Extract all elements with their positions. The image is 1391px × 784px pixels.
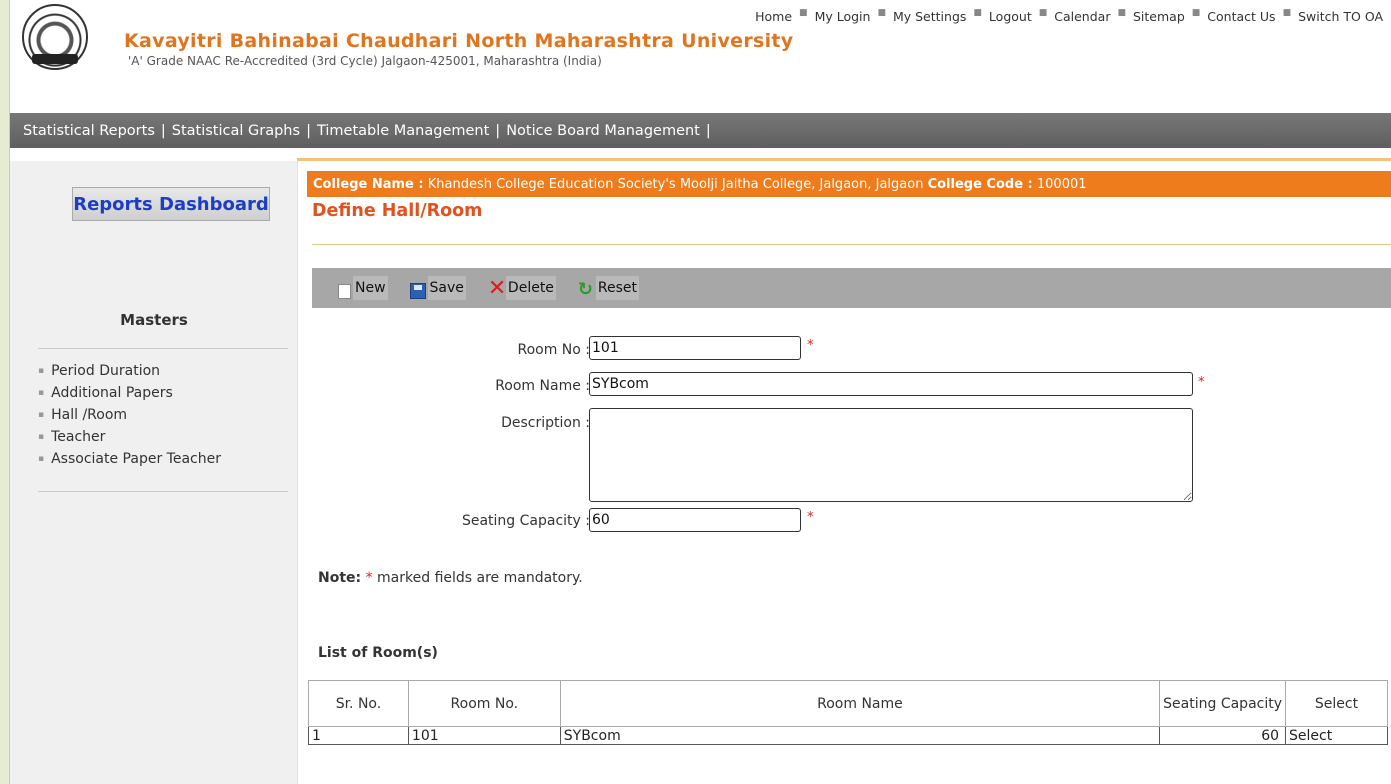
main-menubar: Statistical Reports | Statistical Graphs… xyxy=(10,113,1391,148)
delete-button[interactable]: ✕ Delete xyxy=(482,273,562,303)
university-subtitle: 'A' Grade NAAC Re-Accredited (3rd Cycle)… xyxy=(128,54,602,68)
delete-x-icon: ✕ xyxy=(487,276,507,301)
new-document-icon xyxy=(338,283,351,299)
top-link-my-login[interactable]: My Login xyxy=(815,9,871,24)
cell-seating-capacity: 60 xyxy=(1159,726,1287,745)
mandatory-note: Note: * marked fields are mandatory. xyxy=(318,570,583,586)
university-name: Kavayitri Bahinabai Chaudhari North Maha… xyxy=(124,30,794,52)
masters-heading: Masters xyxy=(120,311,188,329)
reset-button-label: Reset xyxy=(595,276,640,300)
college-name-value: Khandesh College Education Society's Moo… xyxy=(427,176,924,192)
top-links: Home ■ My Login ■ My Settings ■ Logout ■… xyxy=(755,8,1383,24)
delete-button-label: Delete xyxy=(505,276,556,300)
save-button[interactable]: Save xyxy=(404,273,472,303)
room-list-title: List of Room(s) xyxy=(318,645,438,661)
top-link-contact-us[interactable]: Contact Us xyxy=(1207,9,1275,24)
college-name-label: College Name : xyxy=(313,176,424,192)
new-button[interactable]: New xyxy=(332,273,394,303)
room-table: Sr. No. Room No. Room Name Seating Capac… xyxy=(308,680,1388,745)
top-link-home[interactable]: Home xyxy=(755,9,792,24)
cell-room-name: SYBcom xyxy=(559,726,1161,745)
required-marker: * xyxy=(807,338,814,353)
sidebar-item-period-duration[interactable]: Period Duration xyxy=(38,361,221,383)
reset-button[interactable]: ↻ Reset xyxy=(572,273,645,303)
university-logo xyxy=(22,4,88,70)
page-title: Define Hall/Room xyxy=(312,201,483,221)
seating-capacity-input[interactable] xyxy=(589,508,801,532)
new-button-label: New xyxy=(353,276,388,300)
menu-statistical-reports[interactable]: Statistical Reports xyxy=(23,123,155,139)
title-divider xyxy=(312,244,1391,245)
separator-bullet: ■ xyxy=(1117,8,1126,18)
separator-bullet: ■ xyxy=(1191,8,1201,18)
room-name-input[interactable] xyxy=(589,372,1193,396)
top-link-sitemap[interactable]: Sitemap xyxy=(1133,9,1185,24)
room-name-label: Room Name : xyxy=(495,378,590,394)
menu-statistical-graphs[interactable]: Statistical Graphs xyxy=(172,123,300,139)
college-info-bar: College Name : Khandesh College Educatio… xyxy=(307,171,1391,197)
note-star: * xyxy=(365,570,373,586)
table-header-row: Sr. No. Room No. Room Name Seating Capac… xyxy=(308,680,1388,727)
required-marker: * xyxy=(1198,375,1205,390)
cell-sr-no: 1 xyxy=(308,726,409,745)
col-header-seating-capacity: Seating Capacity xyxy=(1159,680,1287,727)
table-row: 1 101 SYBcom 60 Select xyxy=(308,726,1388,745)
note-prefix: Note: xyxy=(318,570,362,586)
floppy-disk-icon xyxy=(409,283,426,299)
left-decorative-strip xyxy=(0,0,10,784)
divider xyxy=(38,348,288,349)
top-link-logout[interactable]: Logout xyxy=(989,9,1032,24)
description-textarea[interactable] xyxy=(589,408,1193,502)
col-header-room-no: Room No. xyxy=(407,680,561,727)
required-marker: * xyxy=(807,510,814,525)
sidebar-item-teacher[interactable]: Teacher xyxy=(51,429,105,445)
top-link-switch-to-oa[interactable]: Switch TO OA xyxy=(1298,9,1383,24)
separator-bullet: ■ xyxy=(973,8,982,18)
reports-dashboard-button[interactable]: Reports Dashboard xyxy=(72,187,270,221)
college-code-value: 100001 xyxy=(1036,176,1087,192)
col-header-sr-no: Sr. No. xyxy=(308,680,409,727)
sidebar-item-additional-papers[interactable]: Additional Papers xyxy=(38,383,221,405)
form-toolbar: New Save ✕ Delete ↻ Reset xyxy=(312,268,1391,308)
separator-bullet: ■ xyxy=(877,8,886,18)
col-header-room-name: Room Name xyxy=(559,680,1161,727)
sidebar-item-hall-room[interactable]: Hall /Room xyxy=(38,405,221,427)
seating-capacity-label: Seating Capacity : xyxy=(461,513,590,529)
top-link-my-settings[interactable]: My Settings xyxy=(893,9,966,24)
room-no-label: Room No : xyxy=(517,342,590,358)
header-divider xyxy=(297,158,1391,161)
menu-timetable-management[interactable]: Timetable Management xyxy=(317,123,489,139)
description-label: Description : xyxy=(501,415,590,431)
sidebar-item-associate-paper-teacher[interactable]: Associate Paper Teacher xyxy=(38,449,221,471)
room-no-input[interactable] xyxy=(589,336,801,360)
refresh-icon: ↻ xyxy=(577,279,594,300)
sidebar: Reports Dashboard Masters Period Duratio… xyxy=(10,161,298,784)
masters-list: Period Duration Additional Papers Hall /… xyxy=(38,361,221,471)
menu-notice-board-management[interactable]: Notice Board Management xyxy=(506,123,700,139)
col-header-select: Select xyxy=(1285,680,1388,727)
page: Kavayitri Bahinabai Chaudhari North Maha… xyxy=(10,0,1391,784)
separator-bullet: ■ xyxy=(1038,8,1048,18)
divider xyxy=(38,491,288,492)
note-text: marked fields are mandatory. xyxy=(377,570,583,586)
separator-bullet: ■ xyxy=(799,8,808,18)
separator-bullet: ■ xyxy=(1282,8,1292,18)
select-link[interactable]: Select xyxy=(1285,726,1388,745)
college-code-label: College Code : xyxy=(927,176,1033,192)
save-button-label: Save xyxy=(427,276,466,300)
top-link-calendar[interactable]: Calendar xyxy=(1054,9,1110,24)
cell-room-no: 101 xyxy=(407,726,561,745)
